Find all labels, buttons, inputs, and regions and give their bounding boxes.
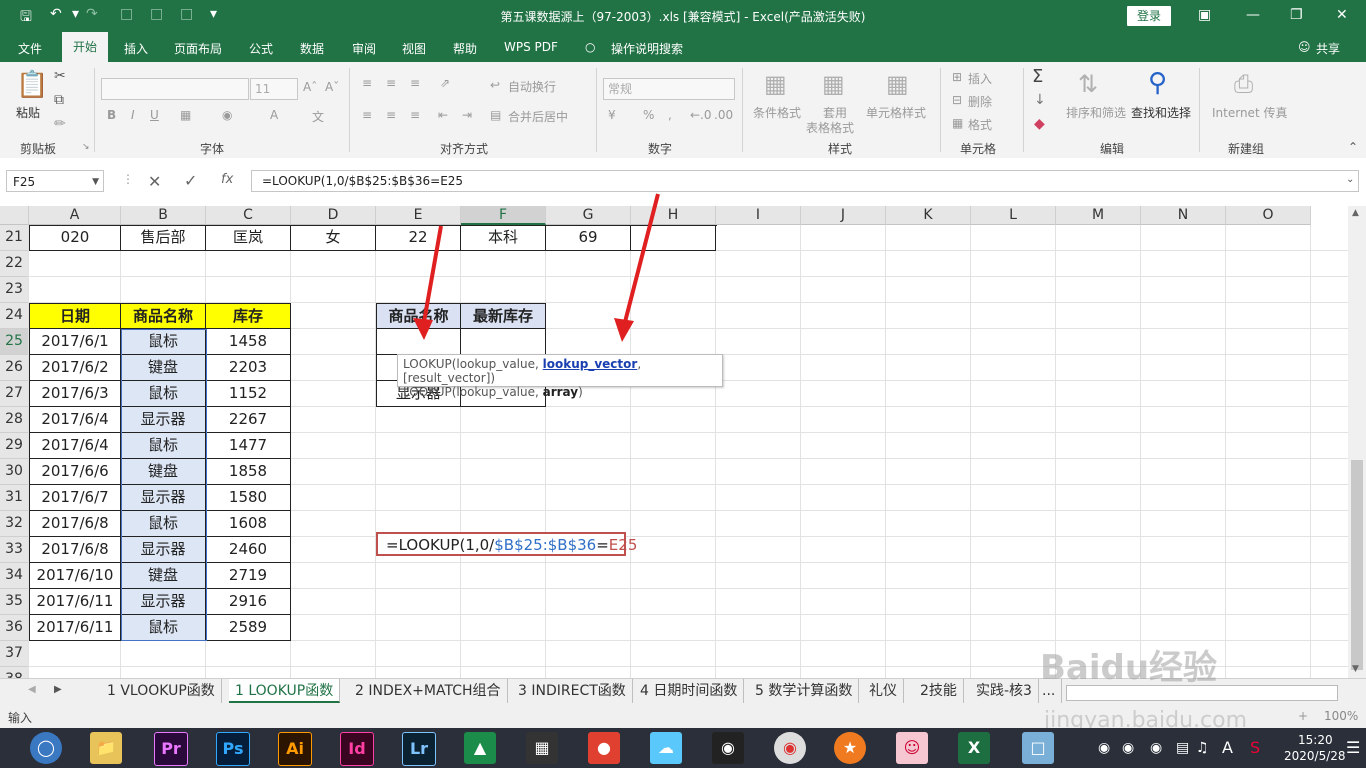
arrowhead-lookup: [413, 318, 433, 340]
file-explorer-icon[interactable]: 📁: [90, 732, 122, 764]
sheet-tab[interactable]: 5 数学计算函数: [749, 679, 860, 703]
sogou-ime-icon[interactable]: S: [1250, 738, 1260, 757]
sheet-tab[interactable]: 4 日期时间函数: [634, 679, 745, 703]
illustrator-icon[interactable]: Ai: [278, 732, 312, 766]
app-red-icon[interactable]: ●: [588, 732, 620, 764]
clock-time[interactable]: 15:20: [1298, 733, 1333, 747]
zoom-slider-icon[interactable]: +: [1298, 709, 1308, 723]
video-editor-icon[interactable]: ▦: [526, 732, 558, 764]
vertical-scrollbar[interactable]: ▲ ▼: [1348, 206, 1366, 678]
scroll-down-icon[interactable]: ▼: [1352, 664, 1359, 674]
volume-icon[interactable]: ♫: [1196, 740, 1209, 756]
photoshop-icon[interactable]: Ps: [216, 732, 250, 766]
arrow-to-e25: [623, 193, 660, 323]
arrow-to-lookup: [422, 225, 443, 323]
status-mode: 输入: [8, 711, 33, 725]
app-orange-icon[interactable]: ★: [834, 732, 866, 764]
tray-app-icon[interactable]: ◉: [1122, 740, 1134, 756]
qq-icon[interactable]: ◉: [712, 732, 744, 764]
chrome-icon[interactable]: ◉: [774, 732, 806, 764]
vertical-scroll-thumb[interactable]: [1351, 460, 1363, 670]
excel-taskbar-icon[interactable]: X: [958, 732, 990, 764]
zoom-level[interactable]: 100%: [1324, 709, 1358, 723]
notification-icon[interactable]: ☰: [1346, 738, 1360, 757]
sheet-tab[interactable]: 3 INDIRECT函数: [512, 679, 633, 703]
tray-qq-icon[interactable]: ◉: [1098, 740, 1110, 756]
browser-360-icon[interactable]: ◯: [30, 732, 62, 764]
scroll-up-icon[interactable]: ▲: [1352, 208, 1359, 218]
sheet-tab[interactable]: 礼仪: [863, 679, 904, 703]
app-green-icon[interactable]: ▲: [464, 732, 496, 764]
arrowhead-e25: [614, 318, 634, 342]
prev-sheet-icon[interactable]: ◀: [28, 684, 36, 695]
next-sheet-icon[interactable]: ▶: [54, 684, 62, 695]
taskbar: ◯ 📁 Pr Ps Ai Id Lr ▲ ▦ ● ☁ ◉ ◉ ★ ☺ X □ ◉…: [0, 728, 1366, 768]
app-lightblue-icon[interactable]: □: [1022, 732, 1054, 764]
sheet-tab[interactable]: 2技能: [914, 679, 964, 703]
premiere-icon[interactable]: Pr: [154, 732, 188, 766]
watermark: Baidu经验: [1040, 648, 1218, 688]
tray-app2-icon[interactable]: ◉: [1150, 740, 1162, 756]
ime-indicator[interactable]: A: [1222, 738, 1233, 757]
clock-date[interactable]: 2020/5/28: [1284, 749, 1346, 763]
sheet-tab[interactable]: 实践-核3: [970, 679, 1039, 703]
network-icon[interactable]: ▤: [1176, 740, 1189, 756]
sheet-tab[interactable]: 1 VLOOKUP函数: [101, 679, 222, 703]
sheet-tab[interactable]: 1 LOOKUP函数: [229, 679, 341, 703]
lightroom-icon[interactable]: Lr: [402, 732, 436, 766]
sheet-tab[interactable]: 2 INDEX+MATCH组合: [349, 679, 508, 703]
indesign-icon[interactable]: Id: [340, 732, 374, 766]
app-pink-icon[interactable]: ☺: [896, 732, 928, 764]
app-blue-icon[interactable]: ☁: [650, 732, 682, 764]
